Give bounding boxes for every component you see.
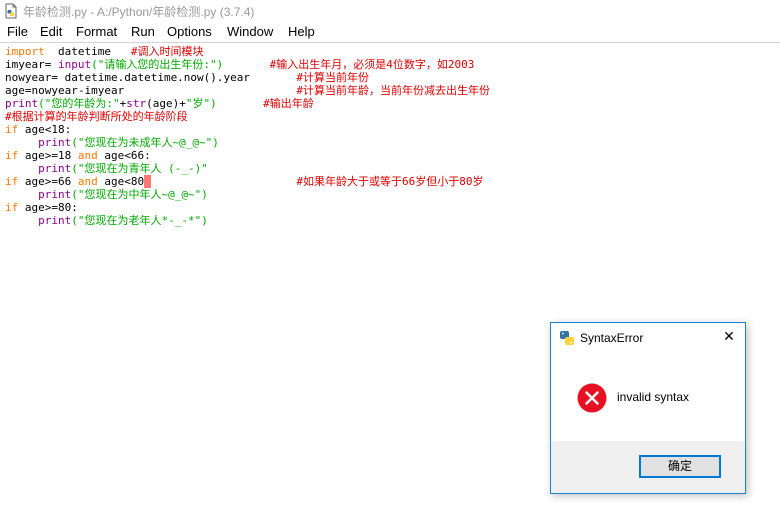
error-x-icon	[577, 383, 607, 413]
code-line[interactable]: if age>=18 and age<66:	[5, 149, 151, 162]
code-token: ("您现在为老年人*-_-*")	[71, 214, 208, 227]
code-token: (age)+	[146, 97, 186, 110]
python-file-icon	[5, 3, 17, 19]
menu-file[interactable]: File	[7, 24, 28, 39]
code-line[interactable]: print("您现在为未成年人~@_@~")	[5, 136, 219, 149]
dialog-body: invalid syntax	[551, 353, 745, 441]
ok-button[interactable]: 确定	[639, 455, 721, 478]
code-token: datetime	[44, 45, 131, 58]
code-token: #输出年龄	[263, 97, 314, 110]
code-line[interactable]: if age>=80:	[5, 201, 78, 214]
code-token: #计算当前年龄，当前年份减去出生年份	[296, 84, 491, 97]
code-line[interactable]: if age<18:	[5, 123, 71, 136]
code-token: print	[5, 97, 39, 110]
code-line[interactable]: nowyear= datetime.datetime.now().year #计…	[5, 71, 369, 84]
code-token: #输入出生年月，必须是4位数字，如2003	[269, 58, 475, 71]
code-token: and	[77, 175, 98, 188]
menu-format[interactable]: Format	[76, 24, 117, 39]
code-token: ("您现在为中年人~@_@~")	[71, 188, 208, 201]
window-title: 年龄检测.py - A:/Python/年龄检测.py (3.7.4)	[23, 5, 255, 19]
code-line[interactable]: #根据计算的年龄判断所处的年龄阶段	[5, 110, 188, 123]
menu-window[interactable]: Window	[227, 24, 273, 39]
code-token: nowyear= datetime.datetime.now().year	[5, 71, 297, 84]
menu-run[interactable]: Run	[131, 24, 155, 39]
code-token: if	[5, 201, 19, 214]
code-line[interactable]: print("您的年龄为:"+str(age)+"岁") #输出年龄	[5, 97, 314, 110]
code-line[interactable]: print("您现在为老年人*-_-*")	[5, 214, 208, 227]
menu-edit[interactable]: Edit	[40, 24, 62, 39]
code-token: age=nowyear-imyear	[5, 84, 297, 97]
syntax-error-marker	[144, 175, 151, 188]
syntax-error-dialog: SyntaxError ✕ invalid syntax 确定	[550, 322, 746, 494]
code-token: if	[5, 149, 19, 162]
close-icon[interactable]: ✕	[721, 329, 737, 345]
code-token: print	[38, 162, 72, 175]
dialog-title-bar: SyntaxError ✕	[551, 323, 745, 353]
code-text[interactable]: import datetime #调入时间模块 imyear= input("请…	[5, 45, 490, 227]
code-token: ("您现在为未成年人~@_@~")	[71, 136, 219, 149]
dialog-title: SyntaxError	[580, 331, 644, 345]
code-token: input	[57, 58, 92, 71]
code-token: age<80	[97, 175, 145, 188]
title-bar: 年龄检测.py - A:/Python/年龄检测.py (3.7.4)	[0, 0, 780, 22]
code-token: "岁")	[185, 97, 217, 110]
code-token: import	[5, 45, 45, 58]
menu-bar: File Edit Format Run Options Window Help	[0, 22, 780, 42]
code-token: age<18:	[18, 123, 72, 136]
code-token: print	[38, 136, 72, 149]
code-line[interactable]: age=nowyear-imyear #计算当前年龄，当前年份减去出生年份	[5, 84, 490, 97]
code-token: and	[77, 149, 98, 162]
error-message: invalid syntax	[617, 390, 690, 404]
code-line[interactable]: imyear= input("请输入您的出生年份:") #输入出生年月，必须是4…	[5, 58, 474, 71]
code-token: #如果年龄大于或等于66岁但小于80岁	[296, 175, 484, 188]
menu-options[interactable]: Options	[167, 24, 212, 39]
code-line[interactable]: import datetime #调入时间模块	[5, 45, 203, 58]
code-token: #计算当前年份	[296, 71, 370, 84]
python-icon	[560, 331, 574, 345]
code-line[interactable]: print("您现在为中年人~@_@~")	[5, 188, 208, 201]
code-token: age>=80:	[18, 201, 78, 214]
code-line[interactable]: if age>=66 and age<80 #如果年龄大于或等于66岁但小于80…	[5, 175, 484, 188]
code-token: ("请输入您的出生年份:")	[91, 58, 224, 71]
code-token: ("您的年龄为:"	[38, 97, 120, 110]
code-token: #根据计算的年龄判断所处的年龄阶段	[5, 110, 188, 123]
code-token: imyear=	[5, 58, 58, 71]
code-token: print	[38, 188, 72, 201]
code-token: str	[126, 97, 147, 110]
code-token: age>=66	[18, 175, 78, 188]
menu-help[interactable]: Help	[288, 24, 315, 39]
code-token: if	[5, 123, 19, 136]
code-token: print	[38, 214, 72, 227]
code-line[interactable]: print("您现在为青年人 (-_-)"	[5, 162, 208, 175]
code-token: #调入时间模块	[130, 45, 204, 58]
code-token: age<66:	[97, 149, 151, 162]
code-token: ("您现在为青年人 (-_-)"	[71, 162, 208, 175]
code-token: age>=18	[18, 149, 78, 162]
code-token: if	[5, 175, 19, 188]
